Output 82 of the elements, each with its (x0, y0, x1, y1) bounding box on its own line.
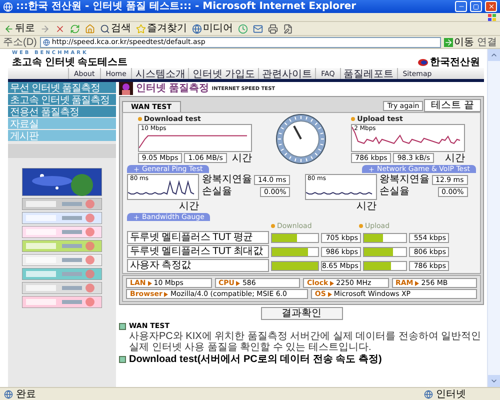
globe-icon (192, 24, 202, 34)
bullet-icon (351, 116, 356, 120)
nav-link[interactable]: 관련사이트 (258, 68, 316, 79)
nav-link[interactable]: 품질레포트 (340, 68, 397, 79)
toolbar-button[interactable]: 즐겨찾기 (135, 22, 188, 34)
chevron-up-icon (490, 51, 498, 59)
maximize-icon (473, 4, 479, 10)
toolbar-button[interactable]: 미디어 (191, 22, 234, 34)
minimize-icon (458, 3, 464, 10)
clock-icon (238, 24, 248, 34)
sidebar-item[interactable]: 무선 인터넷 품질측정 (8, 82, 116, 93)
address-label: 주소(D) (3, 36, 37, 48)
line-graph (306, 192, 372, 194)
line-graph (128, 180, 194, 195)
arrow-icon (148, 280, 152, 286)
page-icon (42, 38, 50, 46)
stop-icon (55, 24, 65, 34)
chevron-down-icon (490, 377, 498, 385)
links-label: 연결 (477, 36, 497, 48)
toolbar-button[interactable] (252, 22, 264, 34)
delay-label: 왕복지연율 (202, 174, 252, 185)
bullet-icon (138, 116, 142, 120)
plus-icon (368, 166, 375, 172)
plus-icon (133, 214, 140, 220)
globe-icon (424, 390, 433, 398)
speed-gauge-drawing (276, 114, 326, 164)
status-field: 테스트 끝 (424, 99, 481, 112)
page-icon (4, 390, 13, 398)
zone-text: 인터넷 (436, 388, 467, 400)
status-text: 완료 (16, 388, 37, 400)
note-text: 사용자PC와 KIX에 위치한 품질측정 서버간에 실제 데이터를 전송하여 일반적인 실제 인터넷 사용 품질을 확인할 수 있는 테스트입니다. (129, 331, 482, 353)
toolbar-button[interactable] (282, 22, 294, 34)
bullet-icon (119, 356, 126, 363)
org-logo-icon (418, 59, 428, 66)
note-title: Download test(서버에서 PC로의 데이터 전송 속도 측정) (129, 354, 382, 365)
axis-label: 시간 (445, 152, 466, 164)
toolbar-button[interactable] (267, 22, 279, 34)
table-cell: 사용자 측정값 (127, 259, 269, 272)
toolbar-button[interactable]: 검색 (99, 22, 132, 34)
printer-icon (268, 24, 278, 34)
refresh-icon (70, 24, 80, 34)
close-icon (488, 3, 494, 10)
browser-icon (3, 2, 13, 12)
windows-logo-icon (488, 14, 496, 20)
sidebar-item[interactable]: 전용선 품질측정 (8, 106, 116, 117)
nav-link[interactable]: 시스템소개 (131, 68, 188, 79)
toolbar-button[interactable]: 뒤로 (3, 22, 36, 34)
loss-label: 손실율 (380, 186, 410, 197)
axis-label: 시간 (356, 201, 376, 212)
back-arrow-icon (4, 24, 14, 34)
search-icon (100, 24, 110, 34)
arrow-icon (164, 292, 168, 296)
edit-icon (283, 24, 293, 34)
delay-label: 왕복지연율 (380, 174, 430, 185)
bullet-icon (119, 322, 126, 330)
table-cell: 두루넷 멜티플러스 TUT 최대값 (127, 245, 269, 258)
result-button[interactable]: 결과확인 (260, 307, 342, 320)
minimize-button[interactable] (455, 1, 467, 12)
mail-icon (253, 24, 263, 34)
arrow-icon (415, 280, 420, 286)
site-title: 초고속 인터넷 속도테스트 (12, 57, 128, 68)
axis-label: 시간 (179, 201, 199, 212)
nav-link[interactable]: 인터넷 가입도 (188, 68, 258, 79)
go-button[interactable]: 이동 (444, 36, 474, 48)
sidebar-item[interactable]: 초고속 인터넷 품질측정 (8, 94, 116, 105)
close-button[interactable] (485, 1, 497, 12)
loss-label: 손실율 (202, 186, 232, 197)
bullet-icon (271, 224, 275, 228)
bullet-icon (359, 224, 363, 228)
window-title: :::한국 전산원 - 인터넷 품질 테스트::: - Microsoft Internet Explorer (16, 1, 358, 12)
page-heading: 인터넷 품질측정 (136, 83, 209, 94)
plus-icon (133, 166, 140, 172)
table-cell: 두루넷 멜티플러스 TUT 평균 (127, 231, 269, 244)
maximize-button[interactable] (470, 1, 482, 12)
arrow-icon (330, 280, 334, 286)
arrow-icon (236, 280, 240, 286)
org-name: 한국전산원 (430, 57, 480, 68)
home-icon (85, 24, 95, 34)
arrow-icon (328, 292, 332, 296)
forward-arrow-icon (40, 24, 50, 34)
axis-label: 시간 (232, 152, 252, 164)
star-icon (136, 24, 146, 34)
